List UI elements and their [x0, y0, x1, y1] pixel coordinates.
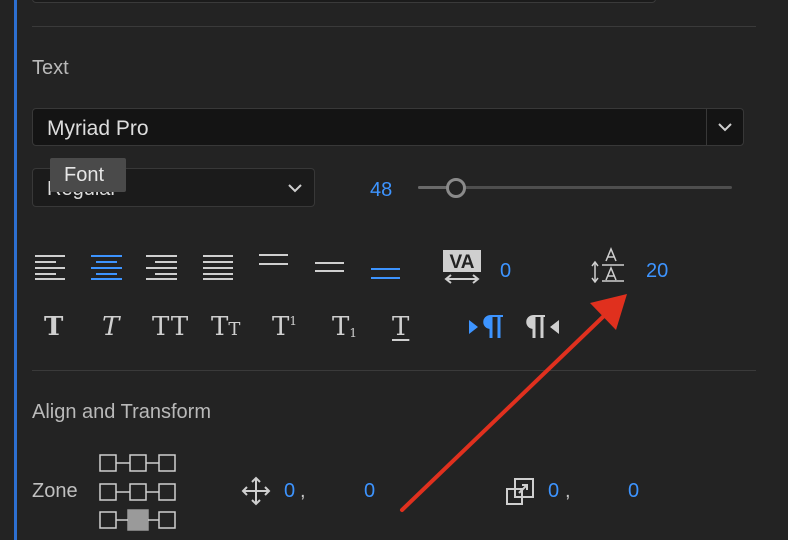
annotation-arrow [400, 294, 627, 512]
